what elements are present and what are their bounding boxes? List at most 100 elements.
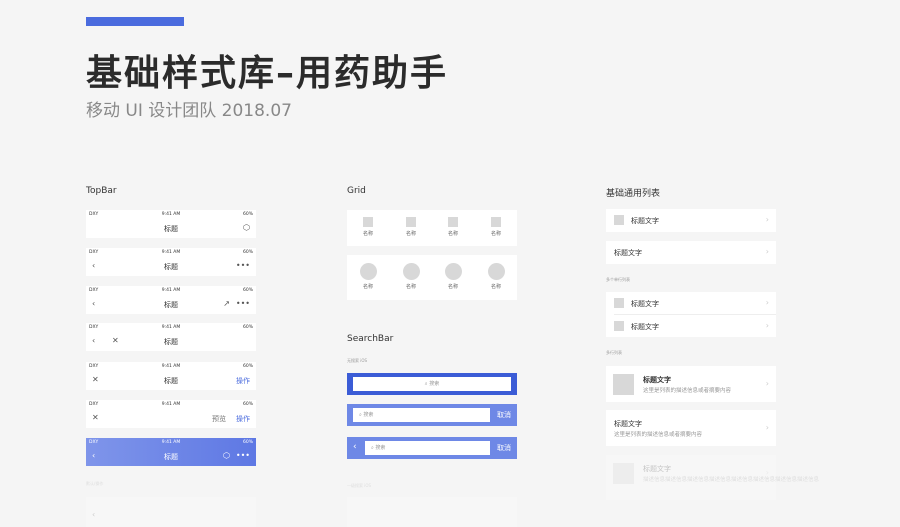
list-item-title: 标题文字 (643, 376, 671, 384)
close-icon[interactable]: ✕ (92, 375, 99, 384)
list-item-thumb (614, 321, 624, 331)
battery: 60% (242, 402, 253, 407)
list-item-thumb (614, 298, 624, 308)
list-item-thumb (614, 215, 624, 225)
carrier: DXY (89, 440, 99, 445)
list-item-multiline[interactable]: 标题文字 这里是列表的描述信息或者摘要内容 › (606, 366, 776, 402)
more-icon[interactable]: ••• (236, 451, 250, 460)
grid-item-icon (363, 217, 373, 227)
grid-section-title: Grid (347, 186, 366, 196)
grid-item[interactable]: 名称 (438, 217, 468, 237)
list-item-title: 标题文字 (614, 420, 642, 428)
grid-item-label: 名称 (405, 284, 416, 290)
status-bar: DXY 9:41 AM 60% (86, 286, 256, 296)
search-input[interactable]: ⌕ 搜索 (353, 408, 490, 422)
search-icon: ⌕ (371, 445, 374, 451)
list-group: 标题文字 › 标题文字 › (606, 292, 776, 337)
grid-item[interactable]: 名称 (481, 263, 511, 290)
battery: 60% (242, 364, 253, 369)
grid-item-label: 名称 (490, 231, 501, 237)
topbar-footer-label: 默认/操作 (86, 481, 104, 486)
list-item-title[interactable]: 标题文字 (631, 299, 659, 309)
search-icon: ⌕ (424, 381, 428, 387)
topbar-title: 标题 (164, 263, 178, 271)
grid-item[interactable]: 名称 (396, 263, 426, 290)
shield-icon[interactable]: ⬡ (243, 223, 250, 232)
grid-item[interactable]: 名称 (353, 263, 383, 290)
action-button[interactable]: 操作 (236, 376, 250, 386)
grid-item-icon (491, 217, 501, 227)
page-title: 基础样式库–用药助手 (86, 53, 449, 94)
list-item[interactable]: 标题文字 › (606, 241, 776, 264)
more-icon[interactable]: ••• (236, 261, 250, 270)
battery: 60% (242, 288, 253, 293)
topbar-variant-3: DXY 9:41 AM 60% ‹ 标题 ↗ ••• (86, 286, 256, 314)
status-bar: DXY 9:41 AM 60% (86, 323, 256, 333)
more-icon[interactable]: ••• (236, 299, 250, 308)
share-icon[interactable]: ↗ (223, 299, 230, 308)
chevron-left-icon[interactable]: ‹ (353, 442, 357, 452)
grid-item-label: 名称 (490, 284, 501, 290)
topbar-section-title: TopBar (86, 186, 117, 196)
chevron-right-icon: › (765, 423, 769, 432)
status-time: 9:41 AM (161, 212, 181, 217)
status-bar: DXY 9:41 AM 60% (86, 248, 256, 258)
topbar-title: 标题 (164, 453, 178, 461)
chevron-right-icon: › (765, 247, 769, 256)
close-icon[interactable]: ✕ (92, 413, 99, 422)
grid-item-label: 名称 (447, 284, 458, 290)
status-bar: DXY 9:41 AM 60% (86, 362, 256, 372)
searchbar-ios-label: 无搜索 iOS (347, 358, 368, 363)
list-item-multiline[interactable]: 标题文字 这里是列表的描述信息或者摘要内容 › (606, 410, 776, 446)
list-item-desc: 这里是列表的描述信息或者摘要内容 (643, 388, 732, 394)
grid-item[interactable]: 名称 (438, 263, 468, 290)
shield-icon[interactable]: ⬡ (223, 451, 230, 460)
topbar-variant-5: DXY 9:41 AM 60% ✕ 标题 操作 (86, 362, 256, 390)
carrier: DXY (89, 288, 99, 293)
preview-button[interactable]: 预览 (212, 414, 226, 424)
chevron-left-icon: ‹ (92, 510, 96, 519)
close-icon[interactable]: ✕ (112, 336, 119, 345)
battery: 60% (242, 250, 253, 255)
searchbar-default: ⌕ 搜索 (347, 373, 517, 395)
status-time: 9:41 AM (161, 402, 181, 407)
chevron-right-icon: › (765, 321, 769, 330)
topbar-title: 标题 (164, 377, 178, 385)
search-placeholder: 搜索 (363, 412, 374, 418)
cancel-button[interactable]: 取消 (497, 443, 511, 453)
page-subtitle: 移动 UI 设计团队 2018.07 (86, 101, 292, 121)
chevron-left-icon[interactable]: ‹ (92, 336, 95, 345)
chevron-left-icon[interactable]: ‹ (92, 261, 95, 270)
topbar-title: 标题 (164, 301, 178, 309)
list-item[interactable]: 标题文字 › (606, 209, 776, 232)
chevron-left-icon[interactable]: ‹ (92, 451, 95, 460)
status-time: 9:41 AM (161, 325, 181, 330)
grid-item-icon (487, 263, 505, 280)
grid-item[interactable]: 名称 (396, 217, 426, 237)
grid-item-label: 名称 (362, 231, 373, 237)
divider (614, 314, 776, 315)
list-item-title[interactable]: 标题文字 (631, 322, 659, 332)
grid-card-square: 名称 名称 名称 名称 (347, 210, 517, 246)
status-time: 9:41 AM (161, 364, 181, 369)
action-button[interactable]: 操作 (236, 414, 250, 424)
grid-item[interactable]: 名称 (353, 217, 383, 237)
topbar-variant-blue: DXY 9:41 AM 60% ‹ 标题 ⬡ ••• (86, 438, 256, 466)
carrier: DXY (89, 250, 99, 255)
list-section-title: 基础通用列表 (606, 189, 661, 199)
chevron-right-icon: › (765, 379, 769, 388)
single-line-list-label: 多个单行列表 (606, 277, 630, 282)
search-input[interactable]: ⌕ 搜索 (365, 441, 490, 455)
grid-item[interactable]: 名称 (481, 217, 511, 237)
searchbar-active: ⌕ 搜索 取消 (347, 404, 517, 426)
cancel-button[interactable]: 取消 (497, 410, 511, 420)
accent-bar (86, 17, 184, 26)
searchbar-section-title: SearchBar (347, 334, 394, 344)
list-item-thumb (613, 374, 634, 395)
list-item-desc: 这里是列表的描述信息或者摘要内容 (614, 432, 703, 438)
battery: 60% (242, 212, 253, 217)
topbar-variant-1: DXY 9:41 AM 60% 标题 ⬡ (86, 210, 256, 238)
chevron-left-icon[interactable]: ‹ (92, 299, 95, 308)
grid-item-icon (402, 263, 420, 280)
search-input[interactable]: ⌕ 搜索 (353, 377, 511, 391)
